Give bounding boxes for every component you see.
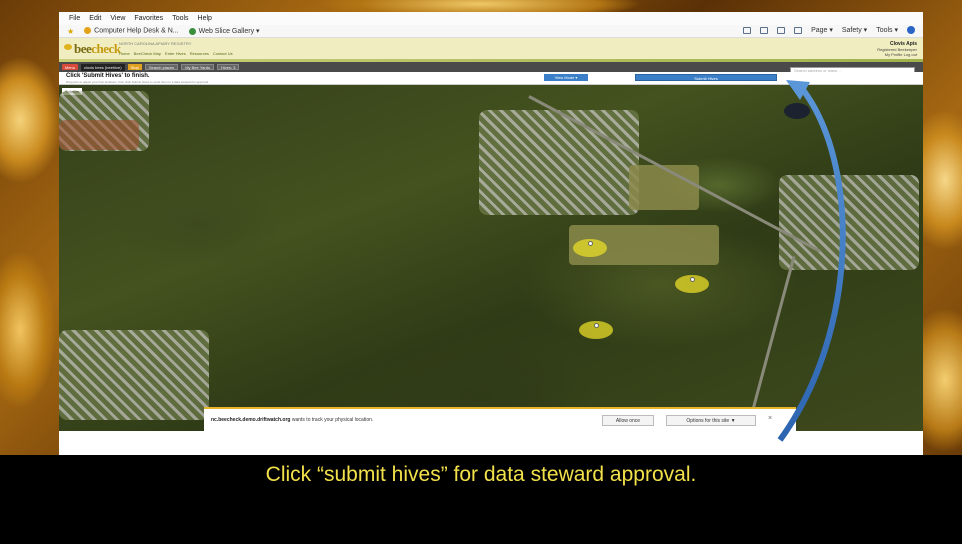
permission-message: nc.beecheck.demo.driftwatch.org wants to… [211, 417, 374, 423]
neighborhood-area [479, 110, 639, 215]
favorites-star-icon[interactable]: ★ [67, 27, 74, 36]
nav-contact[interactable]: Contact Us [213, 51, 233, 56]
neighborhood-area [59, 330, 209, 420]
page-menu[interactable]: Page ▾ [811, 26, 833, 34]
account-logout-link[interactable]: Log out [904, 52, 917, 57]
safety-menu[interactable]: Safety ▾ [842, 26, 867, 34]
instruction-bar: Click 'Submit Hives' to finish. Drag pin… [59, 72, 923, 85]
menu-edit[interactable]: Edit [89, 15, 101, 22]
menu-favorites[interactable]: Favorites [134, 15, 163, 22]
hive-marker[interactable] [573, 239, 607, 257]
submit-hives-button[interactable]: Submit Hives [635, 74, 777, 81]
hive-pin-icon[interactable] [690, 277, 695, 282]
tools-menu[interactable]: Tools ▾ [876, 26, 898, 34]
search-places-button[interactable]: Search places [144, 64, 179, 70]
account-profile-link[interactable]: My Profile [885, 52, 903, 57]
permission-domain: nc.beecheck.demo.driftwatch.org [211, 417, 291, 423]
hive-pin-icon[interactable] [594, 323, 599, 328]
bee-icon [64, 44, 72, 50]
allow-once-button[interactable]: Allow once [602, 415, 654, 426]
hive-marker[interactable] [579, 321, 613, 339]
location-permission-bar: nc.beecheck.demo.driftwatch.org wants to… [204, 407, 796, 431]
open-field [629, 165, 699, 210]
neighborhood-area [779, 175, 919, 270]
command-bar: Page ▾ Safety ▾ Tools ▾ [743, 26, 915, 34]
view-mode-button[interactable]: View Mode ▾ [544, 74, 588, 81]
slide-caption: Click “submit hives” for data steward ap… [265, 463, 697, 486]
pond [784, 103, 810, 119]
nav-map[interactable]: BeeCheck Map [134, 51, 161, 56]
instruction-subtitle: Drag pins to adjust your hive locations,… [66, 80, 209, 84]
webslice-icon [188, 27, 196, 35]
menu-bar: File Edit View Favorites Tools Help [59, 12, 923, 25]
menu-help[interactable]: Help [198, 15, 212, 22]
close-icon[interactable]: × [768, 415, 772, 422]
red-clearing [59, 120, 139, 150]
menu-button[interactable]: Menu [62, 64, 79, 70]
help-icon[interactable] [907, 26, 915, 34]
mail-icon[interactable] [777, 26, 786, 34]
beeyard-select[interactable]: clovis bees (beehive) [81, 63, 125, 71]
feeds-icon[interactable] [760, 26, 769, 34]
browser-screenshot: File Edit View Favorites Tools Help ★ Co… [59, 12, 923, 455]
nav-home[interactable]: Home [119, 51, 130, 56]
stop-button[interactable]: Stop [127, 64, 142, 70]
instruction-title: Click 'Submit Hives' to finish. [66, 73, 150, 79]
side-road [748, 256, 796, 422]
site-subtitle: NORTH CAROLINA APIARY REGISTRY [119, 41, 192, 46]
helpdesk-icon [84, 27, 92, 35]
favorites-bar: ★ Computer Help Desk & N... Web Slice Ga… [59, 25, 923, 38]
hive-count: Hives: 3 [216, 64, 240, 70]
menu-view[interactable]: View [110, 15, 125, 22]
home-icon[interactable] [743, 26, 752, 34]
nav-resources[interactable]: Resources [190, 51, 209, 56]
print-icon[interactable] [794, 26, 803, 34]
account-info: Clovis Apis Registered Beekeeper My Prof… [877, 41, 917, 58]
menu-file[interactable]: File [69, 15, 80, 22]
favorite-link-helpdesk[interactable]: Computer Help Desk & N... [84, 27, 179, 35]
nav-enter-hives[interactable]: Enter Hives [165, 51, 186, 56]
options-for-site-button[interactable]: Options for this site ▼ [666, 415, 756, 426]
hive-marker[interactable] [675, 275, 709, 293]
hive-pin-icon[interactable] [588, 241, 593, 246]
my-bee-yards-button[interactable]: My Bee Yards [181, 64, 214, 70]
site-header: beecheck NORTH CAROLINA APIARY REGISTRY … [59, 38, 923, 62]
header-accent-bar [59, 59, 923, 62]
beecheck-logo[interactable]: beecheck [64, 41, 121, 57]
favorite-link-webslice[interactable]: Web Slice Gallery ▾ [188, 27, 260, 35]
site-nav: Home BeeCheck Map Enter Hives Resources … [119, 51, 233, 56]
satellite-map[interactable]: Satellite nc.beecheck.demo.driftwatch.or… [59, 85, 923, 431]
menu-tools[interactable]: Tools [172, 15, 188, 22]
